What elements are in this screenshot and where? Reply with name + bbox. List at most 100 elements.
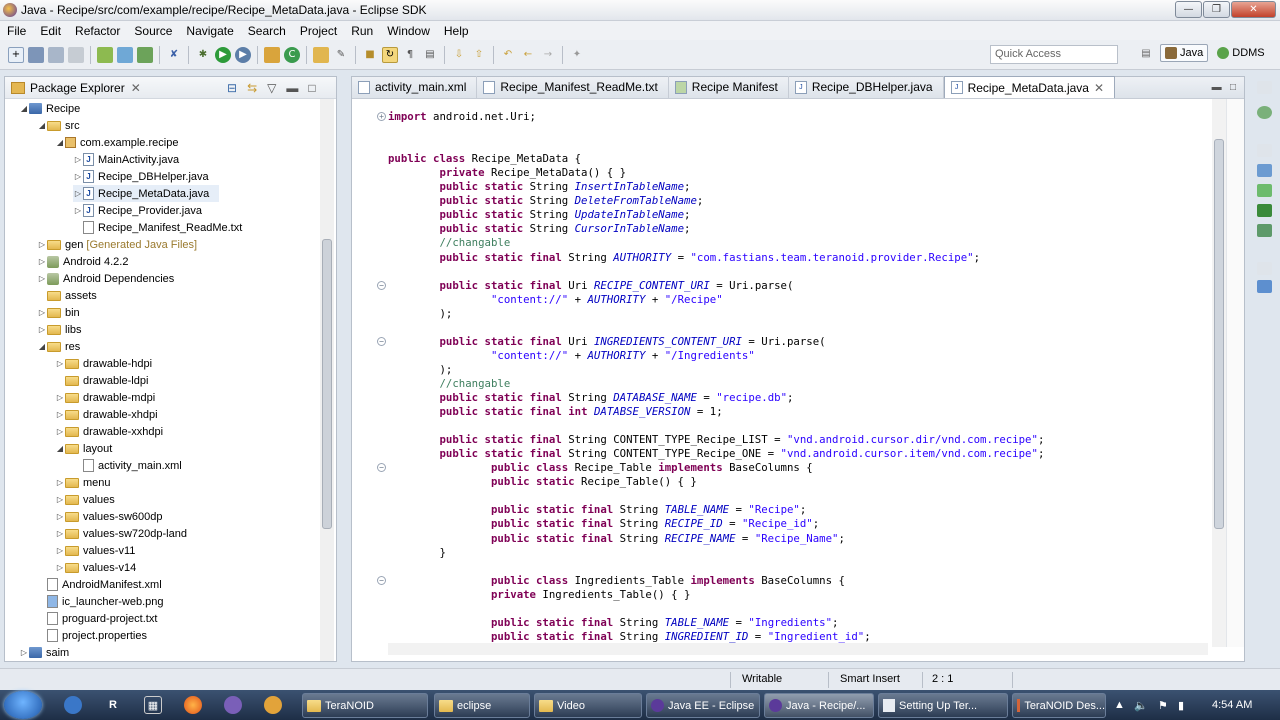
tree-item-drawable-xxhdpi[interactable]: ▷ drawable-xxhdpi — [55, 423, 163, 440]
tree-item-metadata[interactable]: ▷ J Recipe_MetaData.java — [73, 185, 219, 202]
restore-icon[interactable] — [1257, 81, 1272, 94]
android-sdk-icon[interactable] — [97, 46, 113, 63]
tree-item-src[interactable]: ◢ src — [37, 117, 80, 134]
tab-activity-main[interactable]: activity_main.xml — [352, 76, 478, 98]
code-line[interactable]: private Ingredients_Table() { } — [388, 588, 690, 602]
code-line[interactable]: public static Recipe_Table() { } — [388, 475, 697, 489]
toggle-word-wrap-icon[interactable]: ↻ — [382, 46, 398, 63]
code-line[interactable]: public class Ingredients_Table implement… — [388, 574, 845, 588]
mark-occurrences-icon[interactable]: ■ — [362, 47, 378, 63]
code-editor[interactable]: import android.net.Uri; + public class Rec… — [352, 99, 1218, 647]
paint-icon[interactable] — [264, 696, 282, 714]
code-line[interactable]: } — [388, 546, 445, 560]
collapsed-arrow-icon[interactable]: ▷ — [55, 359, 65, 368]
clock[interactable]: 4:54 AM — [1212, 699, 1252, 711]
browser-icon[interactable] — [64, 696, 82, 714]
menu-project[interactable]: Project — [293, 24, 344, 38]
last-edit-location-icon[interactable]: ↶ — [500, 47, 516, 63]
collapsed-arrow-icon[interactable]: ▷ — [37, 240, 47, 249]
collapsed-arrow-icon[interactable]: ▷ — [55, 529, 65, 538]
close-button[interactable]: ✕ — [1231, 1, 1276, 18]
task-teranoid-des[interactable]: TeraNOID Des... — [1012, 693, 1106, 718]
tree-item-android-lib[interactable]: ▷ Android 4.2.2 — [37, 253, 128, 270]
menu-source[interactable]: Source — [127, 24, 179, 38]
ddms-perspective-button[interactable]: DDMS — [1212, 44, 1269, 62]
minimize-editor-icon[interactable]: ▬ — [1212, 82, 1222, 93]
java-perspective-button[interactable]: Java — [1160, 44, 1209, 62]
tree-item-bin[interactable]: ▷ bin — [37, 304, 80, 321]
tree-item-saim[interactable]: ▷ saim — [19, 644, 69, 661]
code-line[interactable]: public static String CursorInTableName; — [388, 222, 690, 236]
code-line[interactable]: //changable — [388, 377, 510, 391]
tree-item-dbhelper[interactable]: ▷ J Recipe_DBHelper.java — [73, 168, 209, 185]
code-line[interactable]: public class Recipe_MetaData { — [388, 152, 581, 166]
tree-item-launcher-png[interactable]: ic_launcher-web.png — [37, 593, 164, 610]
maximize-editor-icon[interactable]: □ — [1230, 82, 1236, 93]
code-line[interactable]: "content://" + AUTHORITY + "/Recipe" — [388, 293, 723, 307]
tree-item-drawable-ldpi[interactable]: drawable-ldpi — [55, 372, 148, 389]
expand-fold-icon[interactable]: + — [377, 112, 386, 121]
tree-item-values-sw720dp-land[interactable]: ▷ values-sw720dp-land — [55, 525, 187, 542]
collapsed-arrow-icon[interactable]: ▷ — [55, 478, 65, 487]
new-icon[interactable]: + — [8, 46, 24, 63]
menu-run[interactable]: Run — [344, 24, 380, 38]
tree-item-recipe[interactable]: ◢ Recipe — [19, 100, 80, 117]
tab-dbhelper[interactable]: J Recipe_DBHelper.java — [789, 76, 944, 98]
minimize-view-icon[interactable]: ▬ — [286, 81, 298, 95]
tree-item-gen[interactable]: ▷ gen [Generated Java Files] — [37, 236, 197, 253]
tab-metadata[interactable]: J Recipe_MetaData.java ✕ — [943, 76, 1116, 98]
open-perspective-icon[interactable]: ▤ — [1138, 45, 1154, 61]
package-explorer-scrollbar[interactable] — [320, 99, 334, 661]
tree-item-values-v11[interactable]: ▷ values-v11 — [55, 542, 135, 559]
tab-recipe-manifest[interactable]: Recipe Manifest — [669, 76, 789, 98]
collapse-fold-icon[interactable]: − — [377, 463, 386, 473]
new-class-icon[interactable]: C — [284, 46, 300, 63]
collapsed-arrow-icon[interactable]: ▷ — [55, 512, 65, 521]
code-line[interactable]: public static final int DATABSE_VERSION … — [388, 405, 722, 419]
maximize-button[interactable]: ❐ — [1203, 1, 1230, 18]
code-line[interactable]: public static final String RECIPE_ID = "… — [388, 517, 819, 531]
code-line[interactable]: public static final String DATABASE_NAME… — [388, 391, 793, 405]
run-icon[interactable]: ▶ — [215, 46, 231, 63]
collapse-fold-icon[interactable]: − — [377, 575, 386, 585]
tree-item-drawable-mdpi[interactable]: ▷ drawable-mdpi — [55, 389, 155, 406]
start-button[interactable] — [4, 691, 42, 719]
restore-icon[interactable] — [1257, 144, 1272, 157]
menu-refactor[interactable]: Refactor — [68, 24, 127, 38]
collapse-all-icon[interactable]: ⊟ — [227, 81, 237, 95]
collapsed-arrow-icon[interactable]: ▷ — [55, 563, 65, 572]
collapsed-arrow-icon[interactable]: ▷ — [19, 648, 29, 657]
code-line[interactable]: //changable — [388, 236, 510, 250]
tree-item-project-properties[interactable]: project.properties — [37, 627, 147, 644]
block-selection-icon[interactable]: ▤ — [422, 47, 438, 63]
code-line[interactable]: public static String UpdateInTableName; — [388, 208, 690, 222]
save-icon[interactable] — [28, 46, 44, 63]
code-line[interactable]: public static final String TABLE_NAME = … — [388, 503, 806, 517]
firefox-icon[interactable] — [184, 696, 202, 714]
collapsed-arrow-icon[interactable]: ▷ — [73, 155, 83, 164]
tree-item-values-sw600dp[interactable]: ▷ values-sw600dp — [55, 508, 163, 525]
tree-item-provider[interactable]: ▷ J Recipe_Provider.java — [73, 202, 202, 219]
close-tab-icon[interactable]: ✕ — [1094, 81, 1104, 95]
collapsed-arrow-icon[interactable]: ▷ — [37, 308, 47, 317]
tree-item-android-deps[interactable]: ▷ Android Dependencies — [37, 270, 174, 287]
code-line[interactable]: public static String InsertInTableName; — [388, 180, 690, 194]
flag-icon[interactable]: ⚑ — [1158, 699, 1168, 712]
task-setting-up[interactable]: Setting Up Ter... — [878, 693, 1008, 718]
tree-item-values[interactable]: ▷ values — [55, 491, 115, 508]
save-all-icon[interactable] — [48, 46, 64, 63]
collapsed-arrow-icon[interactable]: ▷ — [55, 546, 65, 555]
expanded-arrow-icon[interactable]: ◢ — [37, 121, 47, 130]
network-icon[interactable]: ▮ — [1178, 699, 1184, 712]
editor-horizontal-scrollbar[interactable] — [388, 643, 1208, 655]
tab-manifest-readme[interactable]: Recipe_Manifest_ReadMe.txt — [477, 76, 669, 98]
tree-item-layout[interactable]: ◢ layout — [55, 440, 112, 457]
tree-item-libs[interactable]: ▷ libs — [37, 321, 82, 338]
logcat-icon[interactable] — [1257, 204, 1272, 217]
collapsed-arrow-icon[interactable]: ▷ — [55, 427, 65, 436]
new-java-package-icon[interactable] — [264, 46, 280, 63]
code-line[interactable]: public static final String TABLE_NAME = … — [388, 616, 839, 630]
tree-item-drawable-hdpi[interactable]: ▷ drawable-hdpi — [55, 355, 152, 372]
devices-icon[interactable] — [1257, 224, 1272, 237]
console-icon[interactable] — [1257, 164, 1272, 177]
